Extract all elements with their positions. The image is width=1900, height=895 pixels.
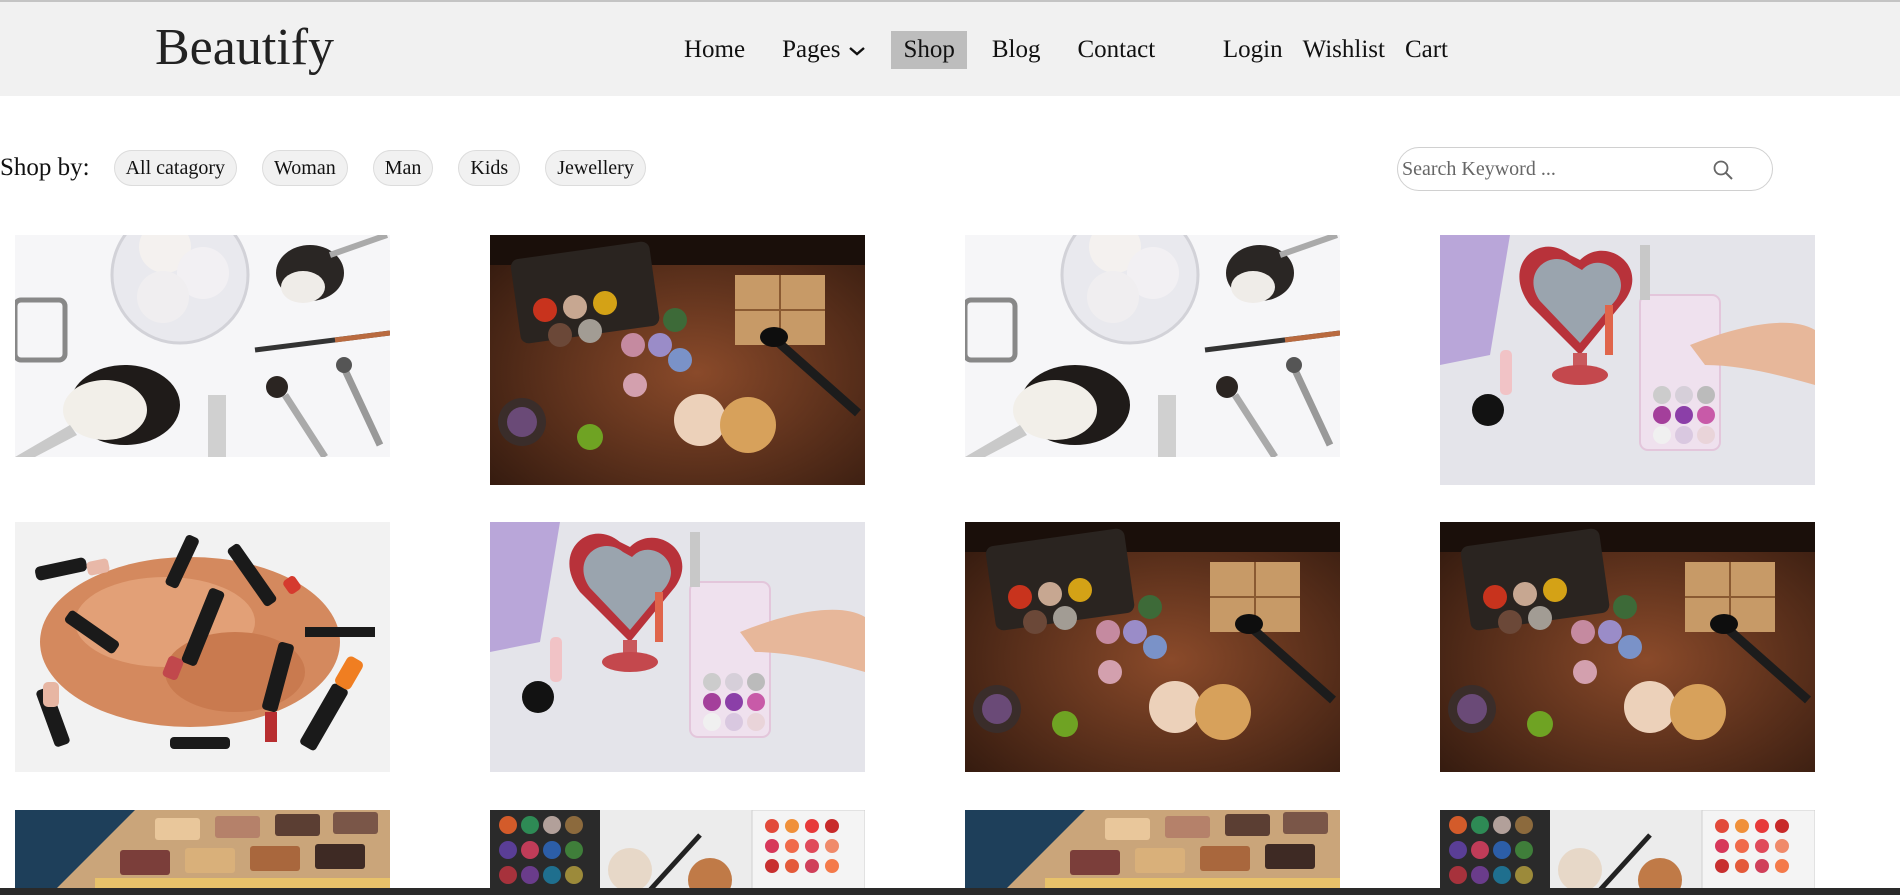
nav-blog-label: Blog	[991, 36, 1041, 63]
account-nav: Login Wishlist Cart	[1215, 30, 1460, 70]
brand-logo[interactable]: Beautify	[155, 16, 334, 80]
product-image-palettes-pearls	[1440, 810, 1815, 890]
product-card[interactable]	[490, 522, 865, 772]
product-card[interactable]	[1440, 235, 1815, 485]
chip-woman[interactable]: Woman	[262, 150, 348, 186]
product-card[interactable]	[15, 235, 390, 457]
product-card[interactable]	[490, 810, 865, 890]
product-image-palette	[1440, 522, 1815, 772]
product-image-heart-mirror	[490, 522, 865, 772]
nav-shop-label: Shop	[903, 36, 955, 63]
product-card[interactable]	[965, 810, 1340, 890]
product-image-eyeshadow	[15, 810, 390, 890]
nav-contact[interactable]: Contact	[1065, 31, 1167, 69]
product-image-brushes	[965, 235, 1340, 457]
product-card[interactable]	[15, 522, 390, 772]
nav-home[interactable]: Home	[672, 31, 757, 69]
chip-all-category[interactable]: All catagory	[113, 150, 238, 186]
product-image-eyeshadow	[965, 810, 1340, 890]
search-box	[1397, 147, 1773, 191]
product-image-heart-mirror	[1440, 235, 1815, 485]
nav-pages[interactable]: Pages	[770, 31, 878, 69]
chip-jewellery[interactable]: Jewellery	[545, 150, 646, 186]
nav-shop[interactable]: Shop	[891, 31, 967, 69]
product-image-palettes-pearls	[490, 810, 865, 890]
search-input[interactable]	[1402, 157, 1702, 181]
category-filter-bar: Shop by: All catagory Woman Man Kids Jew…	[0, 147, 671, 189]
product-card[interactable]	[1440, 522, 1815, 772]
main-nav: Home Pages Shop Blog Contact	[672, 30, 1180, 70]
chip-man[interactable]: Man	[372, 150, 434, 186]
search-icon[interactable]	[1712, 159, 1734, 181]
chip-kids[interactable]: Kids	[458, 150, 521, 186]
product-card[interactable]	[490, 235, 865, 485]
nav-home-label: Home	[684, 36, 746, 63]
login-link[interactable]: Login	[1215, 31, 1291, 69]
nav-pages-label: Pages	[782, 36, 841, 63]
product-card[interactable]	[965, 235, 1340, 457]
product-image-palette	[965, 522, 1340, 772]
site-header: Beautify Home Pages Shop Blog Contact Lo…	[0, 2, 1900, 96]
product-card[interactable]	[965, 522, 1340, 772]
product-card[interactable]	[1440, 810, 1815, 890]
nav-contact-label: Contact	[1077, 36, 1156, 63]
chevron-down-icon	[848, 31, 866, 69]
cart-link[interactable]: Cart	[1397, 31, 1456, 69]
wishlist-link[interactable]: Wishlist	[1295, 31, 1393, 69]
nav-blog[interactable]: Blog	[980, 31, 1053, 69]
product-card[interactable]	[15, 810, 390, 890]
product-image-lipsticks	[15, 522, 390, 772]
horizontal-scrollbar[interactable]	[0, 888, 1900, 895]
product-image-palette	[490, 235, 865, 485]
shop-by-label: Shop by:	[0, 154, 90, 181]
product-image-brushes	[15, 235, 390, 457]
